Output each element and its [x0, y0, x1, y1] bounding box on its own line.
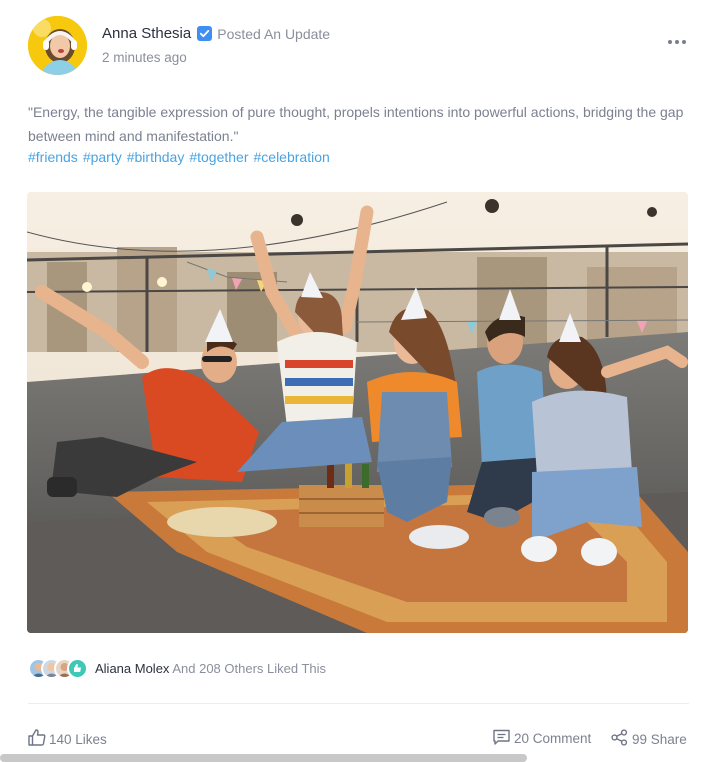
post-photo[interactable]: [27, 192, 688, 633]
hashtag-list: #friends #party #birthday #together #cel…: [28, 149, 330, 165]
post-quote: "Energy, the tangible expression of pure…: [28, 104, 684, 144]
share-icon: [611, 729, 628, 749]
comment-count: 20 Comment: [514, 731, 592, 746]
hashtag-link[interactable]: #birthday: [127, 149, 185, 165]
comment-button[interactable]: 20 Comment: [493, 729, 591, 748]
post-action-text: Posted An Update: [217, 25, 331, 42]
likers-row: Aliana Molex And 208 Others Liked This: [28, 658, 326, 679]
likes-count: 140 Likes: [49, 731, 107, 747]
likers-count-text[interactable]: And 208 Others Liked This: [172, 661, 326, 676]
share-button[interactable]: 99 Share: [611, 729, 687, 749]
post-card: Anna Sthesia Posted An Update 2 minutes …: [0, 0, 709, 762]
author-avatar[interactable]: [28, 16, 87, 75]
likers-summary: Aliana Molex And 208 Others Liked This: [95, 661, 326, 676]
hashtag-link[interactable]: #friends: [28, 149, 78, 165]
author-name[interactable]: Anna Sthesia: [102, 25, 191, 42]
more-dots-icon[interactable]: [664, 34, 690, 50]
hashtag-link[interactable]: #celebration: [254, 149, 330, 165]
share-count: 99 Share: [632, 731, 687, 747]
thumbs-up-badge-icon: [67, 658, 88, 679]
post-timestamp: 2 minutes ago: [102, 50, 187, 65]
liker-name-link[interactable]: Aliana Molex: [95, 661, 169, 676]
hashtag-link[interactable]: #party: [83, 149, 122, 165]
footer-divider: [28, 703, 689, 704]
verified-badge-icon: [197, 26, 213, 41]
like-button[interactable]: 140 Likes: [28, 729, 107, 749]
thumbs-up-icon: [28, 729, 46, 749]
comment-icon: [493, 729, 510, 748]
horizontal-scrollbar[interactable]: [0, 754, 527, 762]
hashtag-link[interactable]: #together: [189, 149, 248, 165]
liker-avatars[interactable]: [28, 658, 88, 679]
post-header-line: Anna Sthesia Posted An Update: [102, 25, 330, 42]
